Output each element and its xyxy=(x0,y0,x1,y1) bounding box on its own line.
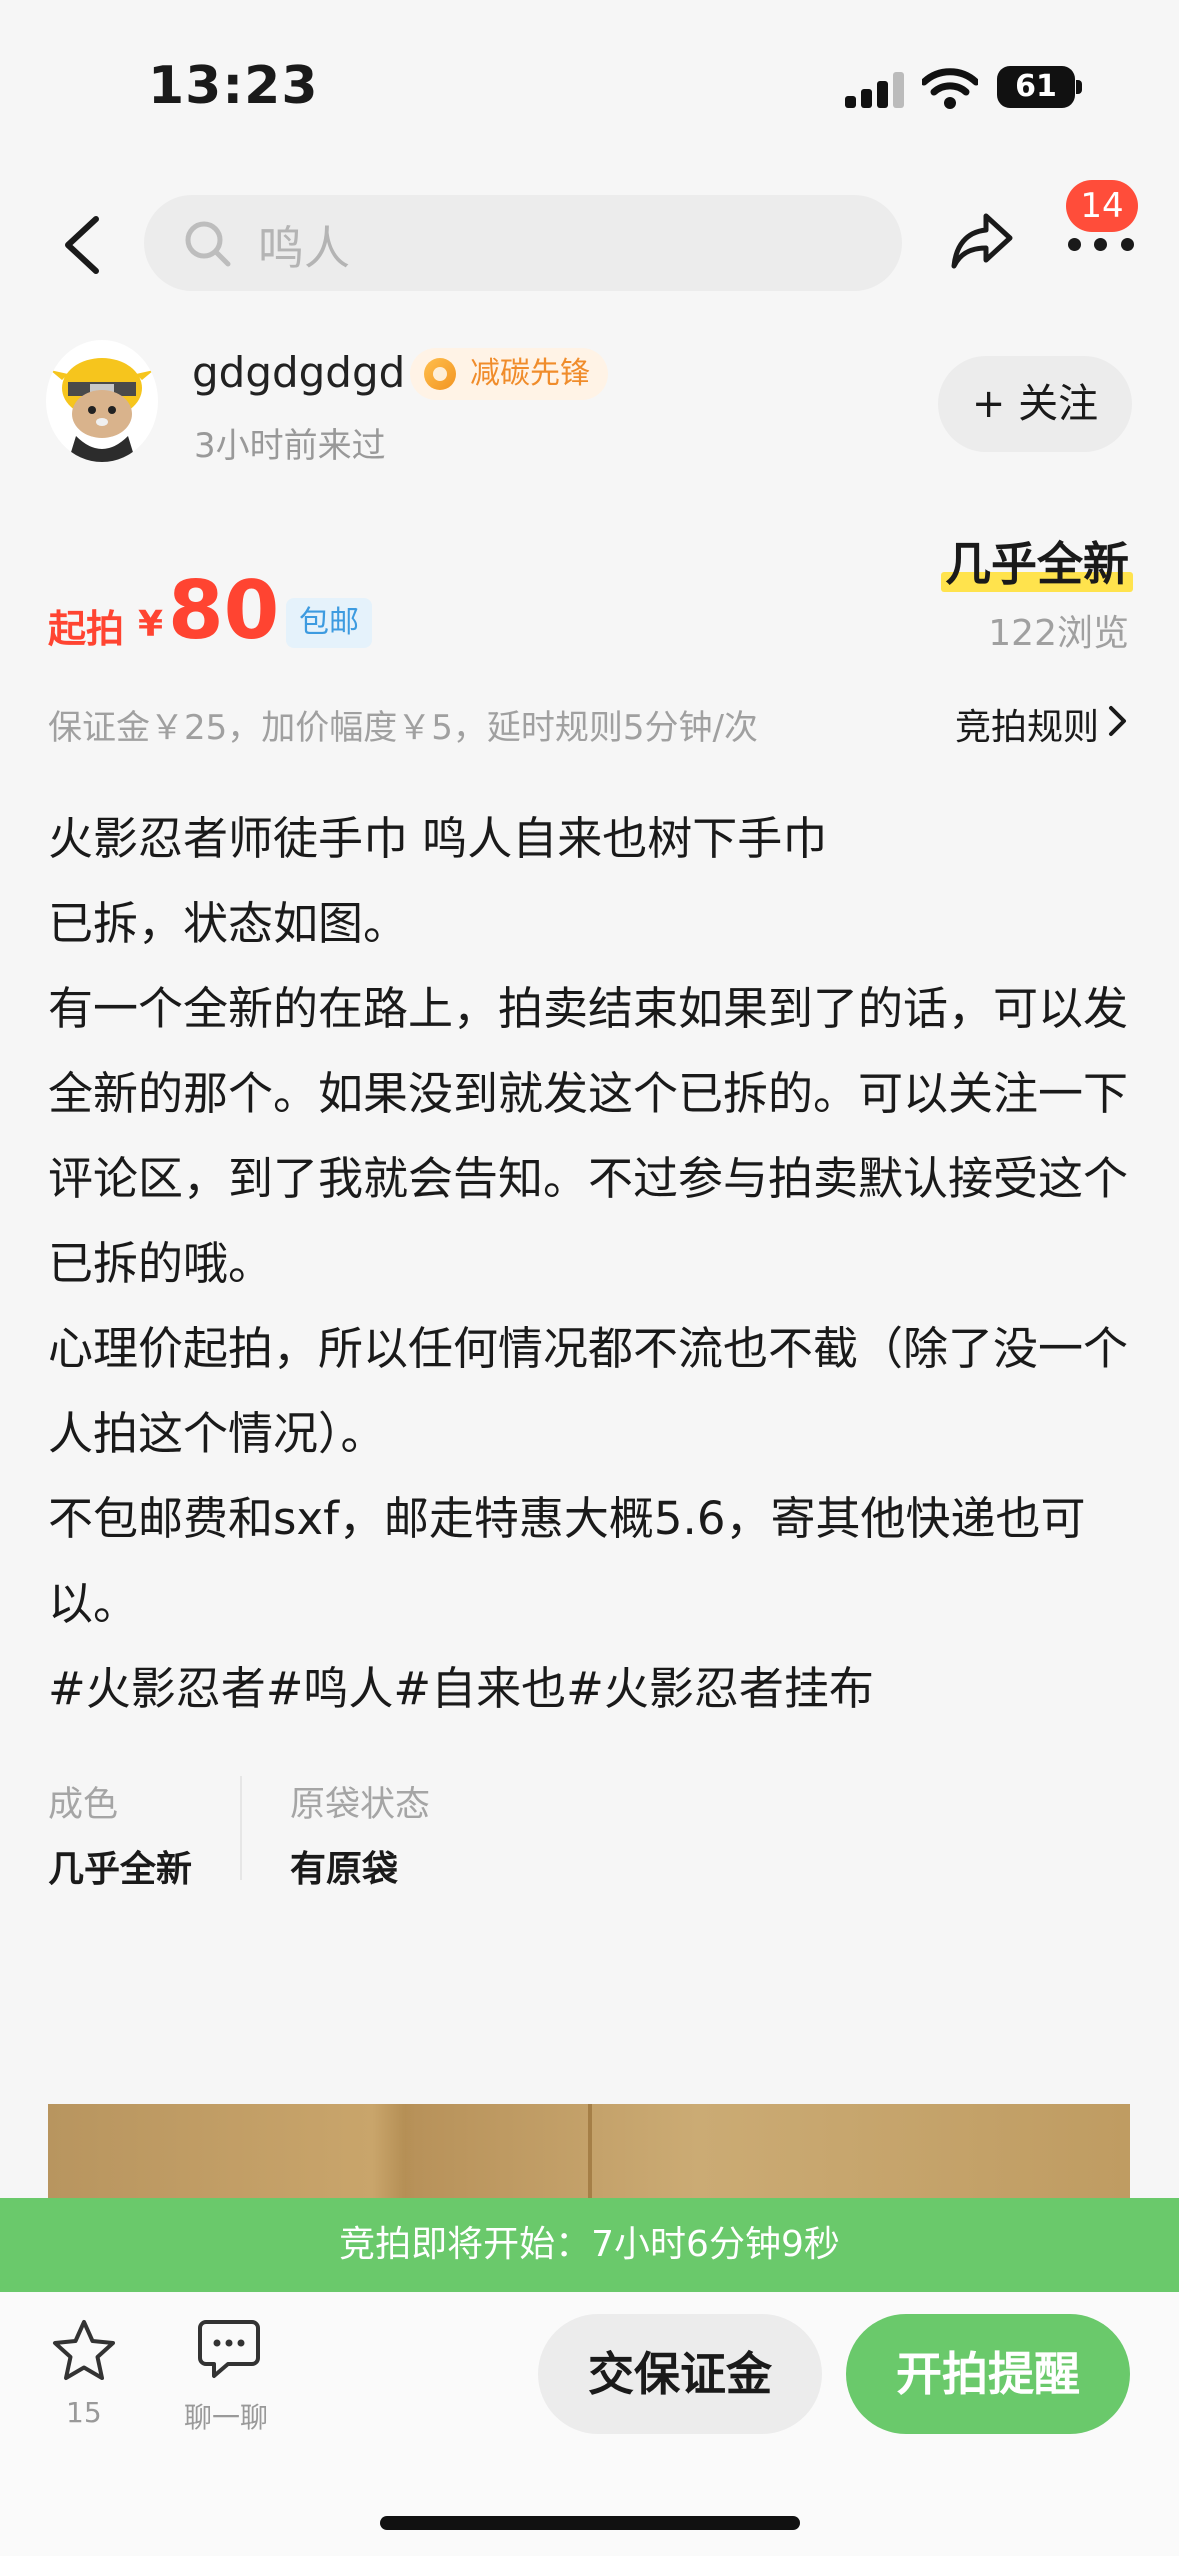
attribute-divider xyxy=(240,1776,242,1880)
auction-rules-summary: 保证金￥25，加价幅度￥5，延时规则5分钟/次 xyxy=(48,708,758,748)
avatar[interactable] xyxy=(46,340,158,462)
description-line: 有一个全新的在路上，拍卖结束如果到了的话，可以发全新的那个。如果没到就发这个已拆… xyxy=(48,982,1129,1290)
share-icon[interactable] xyxy=(950,210,1014,272)
search-placeholder: 鸣人 xyxy=(258,221,350,275)
start-price: 80 xyxy=(168,564,280,657)
seller-badge-label: 减碳先锋 xyxy=(470,356,590,391)
attribute-label-condition: 成色 xyxy=(48,1785,119,1825)
star-icon[interactable] xyxy=(50,2318,118,2384)
search-icon xyxy=(185,221,231,267)
battery-indicator: 61 xyxy=(997,66,1075,108)
start-price-label: 起拍 xyxy=(48,607,125,651)
pay-deposit-button[interactable]: 交保证金 xyxy=(538,2314,822,2434)
follow-button[interactable]: + 关注 xyxy=(938,356,1132,452)
description-line: 火影忍者师徒手巾 鸣人自来也树下手巾 xyxy=(48,812,828,865)
attribute-value-condition: 几乎全新 xyxy=(48,1849,193,1890)
description-tags[interactable]: #火影忍者#鸣人#自来也#火影忍者挂布 xyxy=(48,1646,1138,1731)
item-photo[interactable] xyxy=(48,2104,1130,2204)
battery-tip xyxy=(1076,80,1082,94)
seller-badge: 减碳先锋 xyxy=(410,348,608,400)
free-shipping-tag: 包邮 xyxy=(286,598,372,648)
last-seen-text: 3小时前来过 xyxy=(194,426,386,466)
item-description: 火影忍者师徒手巾 鸣人自来也树下手巾 已拆，状态如图。 有一个全新的在路上，拍卖… xyxy=(48,796,1138,1731)
auction-rules-link[interactable]: 竞拍规则 xyxy=(955,698,1099,750)
attribute-label-bag: 原袋状态 xyxy=(290,1785,431,1825)
condition-tag: 几乎全新 xyxy=(941,528,1133,594)
auction-reminder-button[interactable]: 开拍提醒 xyxy=(846,2314,1130,2434)
home-indicator[interactable] xyxy=(380,2516,800,2530)
status-time: 13:23 xyxy=(148,56,319,116)
currency-symbol: ¥ xyxy=(138,604,164,645)
chat-icon[interactable] xyxy=(196,2316,262,2382)
favorite-count: 15 xyxy=(66,2396,102,2429)
back-icon[interactable] xyxy=(58,215,108,275)
description-line: 心理价起拍，所以任何情况都不流也不截（除了没一个人拍这个情况）。 xyxy=(48,1322,1129,1460)
view-count: 122浏览 xyxy=(988,613,1129,654)
seller-name[interactable]: gdgdgdgd xyxy=(192,348,405,397)
notification-badge: 14 xyxy=(1066,180,1138,232)
wifi-icon xyxy=(922,68,978,109)
auction-countdown-banner: 竞拍即将开始：7小时6分钟9秒 xyxy=(0,2198,1179,2292)
description-line: 已拆，状态如图。 xyxy=(48,897,409,950)
chat-label[interactable]: 聊一聊 xyxy=(184,2396,268,2436)
description-line: 不包邮费和sxf，邮走特惠大概5.6，寄其他快递也可以。 xyxy=(48,1492,1086,1630)
chevron-right-icon[interactable] xyxy=(1107,704,1129,738)
more-icon[interactable] xyxy=(1068,238,1134,252)
leaf-coin-icon xyxy=(424,358,456,390)
attribute-value-bag: 有原袋 xyxy=(290,1849,399,1890)
cellular-signal-icon xyxy=(845,72,905,108)
